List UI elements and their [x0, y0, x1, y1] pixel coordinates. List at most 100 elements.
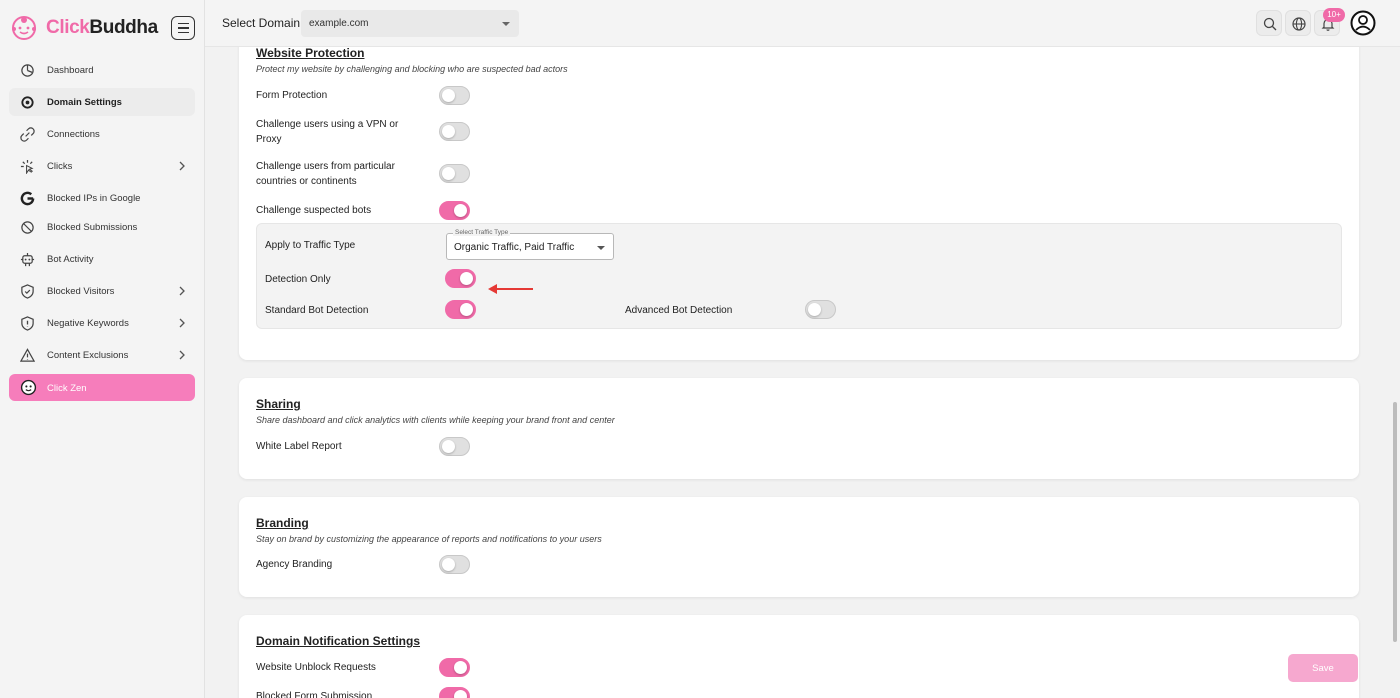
notification-badge: 10+ [1323, 8, 1345, 22]
caret-down-icon [597, 246, 605, 250]
sidebar-item-domain-settings[interactable]: Domain Settings [9, 88, 195, 116]
section-title: Branding [256, 516, 309, 530]
chevron-right-icon [179, 286, 185, 296]
agency-branding-toggle[interactable] [439, 555, 470, 574]
domain-select[interactable]: example.com [301, 10, 519, 37]
sidebar-item-label: Content Exclusions [47, 350, 129, 361]
globe-icon [1292, 17, 1306, 31]
traffic-type-label: Apply to Traffic Type [265, 240, 356, 251]
bot-icon [20, 252, 35, 267]
shield-icon [21, 284, 34, 299]
shield-outline-icon [21, 316, 34, 331]
sidebar-item-label: Blocked Visitors [47, 286, 115, 297]
sidebar-item-click-zen[interactable]: Click Zen [9, 374, 195, 401]
brand-name: ClickBuddha [46, 17, 158, 39]
sidebar-item-label: Blocked IPs in Google [47, 193, 141, 204]
advanced-bot-detection-toggle[interactable] [805, 300, 836, 319]
white-label-report-label: White Label Report [256, 441, 342, 452]
form-protection-label: Form Protection [256, 90, 328, 101]
link-icon [20, 127, 35, 142]
top-header: Select Domain example.com 10+ [205, 0, 1400, 47]
menu-icon-line [177, 27, 189, 29]
standard-bot-detection-toggle[interactable] [445, 300, 476, 319]
click-icon [20, 159, 34, 174]
dashboard-icon [21, 64, 34, 77]
block-icon [21, 221, 34, 234]
sidebar-item-label: Clicks [47, 161, 73, 172]
annotation-arrow-icon [488, 284, 533, 294]
bot-settings-panel: Apply to Traffic Type Select Traffic Typ… [256, 223, 1342, 329]
language-button[interactable] [1285, 10, 1311, 36]
sidebar-item-dashboard[interactable]: Dashboard [9, 56, 195, 84]
vertical-scrollbar[interactable] [1391, 47, 1400, 698]
white-label-report-toggle[interactable] [439, 437, 470, 456]
website-protection-card: Website Protection Protect my website by… [239, 47, 1359, 360]
menu-icon-line [177, 31, 189, 34]
blocked-form-submission-label: Blocked Form Submission [256, 691, 373, 698]
brand-name-part2: Buddha [89, 17, 158, 38]
vpn-challenge-toggle[interactable] [439, 122, 470, 141]
standard-bot-detection-label: Standard Bot Detection [265, 305, 369, 316]
section-title: Domain Notification Settings [256, 634, 421, 648]
advanced-bot-detection-label: Advanced Bot Detection [625, 305, 733, 316]
section-title: Sharing [256, 397, 301, 411]
country-challenge-toggle[interactable] [439, 164, 470, 183]
detection-only-toggle[interactable] [445, 269, 476, 288]
sidebar-item-label: Dashboard [47, 65, 94, 76]
traffic-type-select[interactable]: Select Traffic Type Organic Traffic, Pai… [446, 229, 614, 260]
sidebar-item-label: Negative Keywords [47, 318, 129, 329]
warning-icon [20, 348, 35, 362]
sidebar-item-label: Bot Activity [47, 254, 94, 265]
traffic-type-select-value: Organic Traffic, Paid Traffic [454, 242, 575, 253]
sidebar-item-label: Click Zen [47, 383, 87, 394]
sidebar-item-blocked-visitors[interactable]: Blocked Visitors [9, 277, 195, 305]
sidebar-item-blocked-ips[interactable]: Blocked IPs in Google [9, 184, 195, 212]
blocked-form-submission-toggle[interactable] [439, 687, 470, 698]
section-description: Share dashboard and click analytics with… [256, 415, 615, 425]
user-avatar-icon[interactable] [1350, 10, 1376, 36]
sidebar-item-negative-keywords[interactable]: Negative Keywords [9, 309, 195, 337]
select-domain-label: Select Domain [222, 16, 301, 30]
search-icon [1263, 17, 1277, 31]
brand-name-part1: Click [46, 17, 90, 38]
section-description: Stay on brand by customizing the appeara… [256, 534, 602, 544]
branding-card: Branding Stay on brand by customizing th… [239, 497, 1359, 597]
zen-icon [20, 379, 37, 396]
section-description: Protect my website by challenging and bl… [256, 64, 568, 74]
logo-row: ClickBuddha [0, 0, 205, 56]
sidebar-item-blocked-submissions[interactable]: Blocked Submissions [9, 213, 195, 241]
sidebar-item-label: Connections [47, 129, 100, 140]
sidebar-item-clicks[interactable]: Clicks [9, 152, 195, 180]
google-icon [20, 191, 35, 206]
section-title: Website Protection [256, 47, 365, 60]
traffic-type-select-legend: Select Traffic Type [453, 229, 511, 236]
bot-challenge-toggle[interactable] [439, 201, 470, 220]
sidebar-item-content-exclusions[interactable]: Content Exclusions [9, 341, 195, 369]
sidebar: ClickBuddha Dashboard Domain Settings Co… [0, 0, 205, 698]
form-protection-toggle[interactable] [439, 86, 470, 105]
sidebar-item-label: Blocked Submissions [47, 222, 138, 233]
bot-challenge-label: Challenge suspected bots [256, 205, 372, 216]
unblock-requests-toggle[interactable] [439, 658, 470, 677]
detection-only-label: Detection Only [265, 274, 331, 285]
agency-branding-label: Agency Branding [256, 559, 333, 570]
sidebar-item-connections[interactable]: Connections [9, 120, 195, 148]
main-content: Website Protection Protect my website by… [205, 47, 1400, 698]
chevron-right-icon [179, 350, 185, 360]
save-button[interactable]: Save [1288, 654, 1358, 682]
settings-icon [21, 96, 34, 109]
domain-select-value: example.com [309, 18, 369, 29]
sidebar-item-bot-activity[interactable]: Bot Activity [9, 245, 195, 273]
buddha-logo-icon [12, 16, 36, 40]
country-challenge-label: Challenge users from particular countrie… [256, 161, 395, 187]
scrollbar-thumb[interactable] [1393, 402, 1397, 642]
sidebar-item-label: Domain Settings [47, 97, 122, 108]
notification-settings-card: Domain Notification Settings Website Unb… [239, 615, 1359, 698]
chevron-right-icon [179, 161, 185, 171]
sharing-card: Sharing Share dashboard and click analyt… [239, 378, 1359, 479]
search-button[interactable] [1256, 10, 1282, 36]
vpn-challenge-label: Challenge users using a VPN or Proxy [256, 119, 399, 145]
menu-toggle-button[interactable] [171, 16, 195, 40]
caret-down-icon [502, 22, 510, 26]
chevron-right-icon [179, 318, 185, 328]
